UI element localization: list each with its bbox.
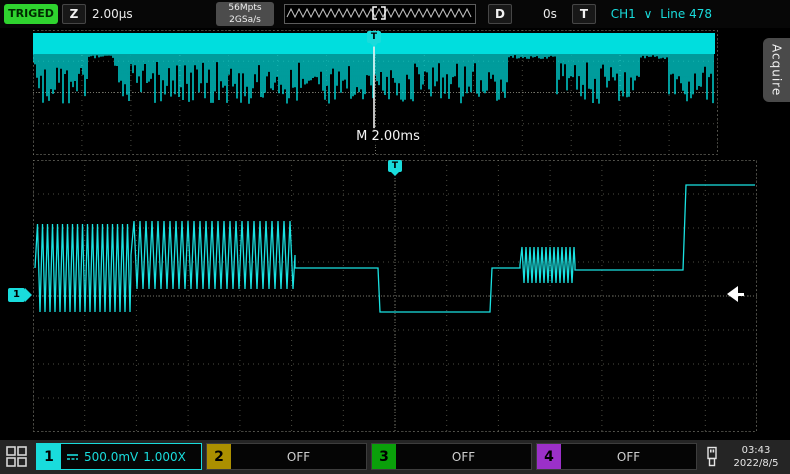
clock: 03:43 2022/8/5 <box>726 444 786 470</box>
channel4-off-label: OFF <box>561 450 696 464</box>
zoom-timebase-value: 2.00µs <box>92 4 133 24</box>
trigger-button[interactable]: T <box>572 4 596 24</box>
channel3-status-box[interactable]: 3 OFF <box>371 443 532 470</box>
trigger-level-marker[interactable] <box>727 286 744 302</box>
trigger-slope-icon: ∨ <box>644 7 653 21</box>
zoom-overview-graticule: T M 2.00ms <box>33 30 718 155</box>
channel4-status-box[interactable]: 4 OFF <box>536 443 697 470</box>
channel3-number: 3 <box>372 444 396 469</box>
channel-status-bar: 1 500.0mV 1.000X 2 OFF 3 OFF 4 OFF <box>0 440 790 474</box>
channel3-off-label: OFF <box>396 450 531 464</box>
record-waveform-icon <box>285 5 473 21</box>
zoom-button[interactable]: Z <box>62 4 86 24</box>
acquisition-info-box: 56Mpts 2GSa/s <box>216 2 274 26</box>
zoom-window-position-marker[interactable]: T <box>367 31 381 43</box>
memory-depth-value: 56Mpts <box>216 2 274 14</box>
main-graticule: T <box>33 160 757 432</box>
trigger-status-badge: TRIGED <box>4 4 58 24</box>
channel1-scale: 500.0mV <box>84 450 138 464</box>
main-timebase-label: M 2.00ms <box>351 128 425 145</box>
channel1-number: 1 <box>37 444 61 469</box>
dc-coupling-icon <box>66 452 79 462</box>
channel2-number: 2 <box>207 444 231 469</box>
channel1-waveform <box>33 160 757 432</box>
usb-icon <box>704 446 720 468</box>
status-bar: TRIGED Z 2.00µs 56Mpts 2GSa/s D 0s T CH1… <box>0 0 790 28</box>
trigger-level-arrow-icon <box>727 286 738 302</box>
trigger-detail-label: Line 478 <box>660 7 712 21</box>
trigger-level-arrow-tail <box>738 293 744 296</box>
menu-grid-icon[interactable] <box>5 445 29 469</box>
trigger-info: CH1 ∨ Line 478 <box>596 4 712 24</box>
tab-acquire[interactable]: Acquire <box>763 38 790 102</box>
channel2-off-label: OFF <box>231 450 366 464</box>
trigger-source-label: CH1 <box>611 7 636 21</box>
tab-acquire-label: Acquire <box>770 44 784 96</box>
channel1-marker-label: 1 <box>8 288 25 302</box>
channel1-settings: 500.0mV 1.000X <box>66 450 186 464</box>
date-value: 2022/8/5 <box>726 457 786 470</box>
sample-rate-value: 2GSa/s <box>216 14 274 26</box>
channel1-probe: 1.000X <box>143 450 186 464</box>
record-position-indicator[interactable] <box>284 4 476 24</box>
channel4-number: 4 <box>537 444 561 469</box>
channel2-status-box[interactable]: 2 OFF <box>206 443 367 470</box>
channel1-status-box[interactable]: 1 500.0mV 1.000X <box>36 443 202 470</box>
channel1-position-marker[interactable]: 1 <box>8 288 32 302</box>
trigger-position-marker[interactable]: T <box>388 160 402 172</box>
horizontal-offset-value: 0s <box>520 4 580 24</box>
time-value: 03:43 <box>726 444 786 457</box>
oscilloscope-screen: TRIGED Z 2.00µs 56Mpts 2GSa/s D 0s T CH1… <box>0 0 790 474</box>
delay-button[interactable]: D <box>488 4 512 24</box>
channel1-marker-arrow-icon <box>25 288 32 302</box>
